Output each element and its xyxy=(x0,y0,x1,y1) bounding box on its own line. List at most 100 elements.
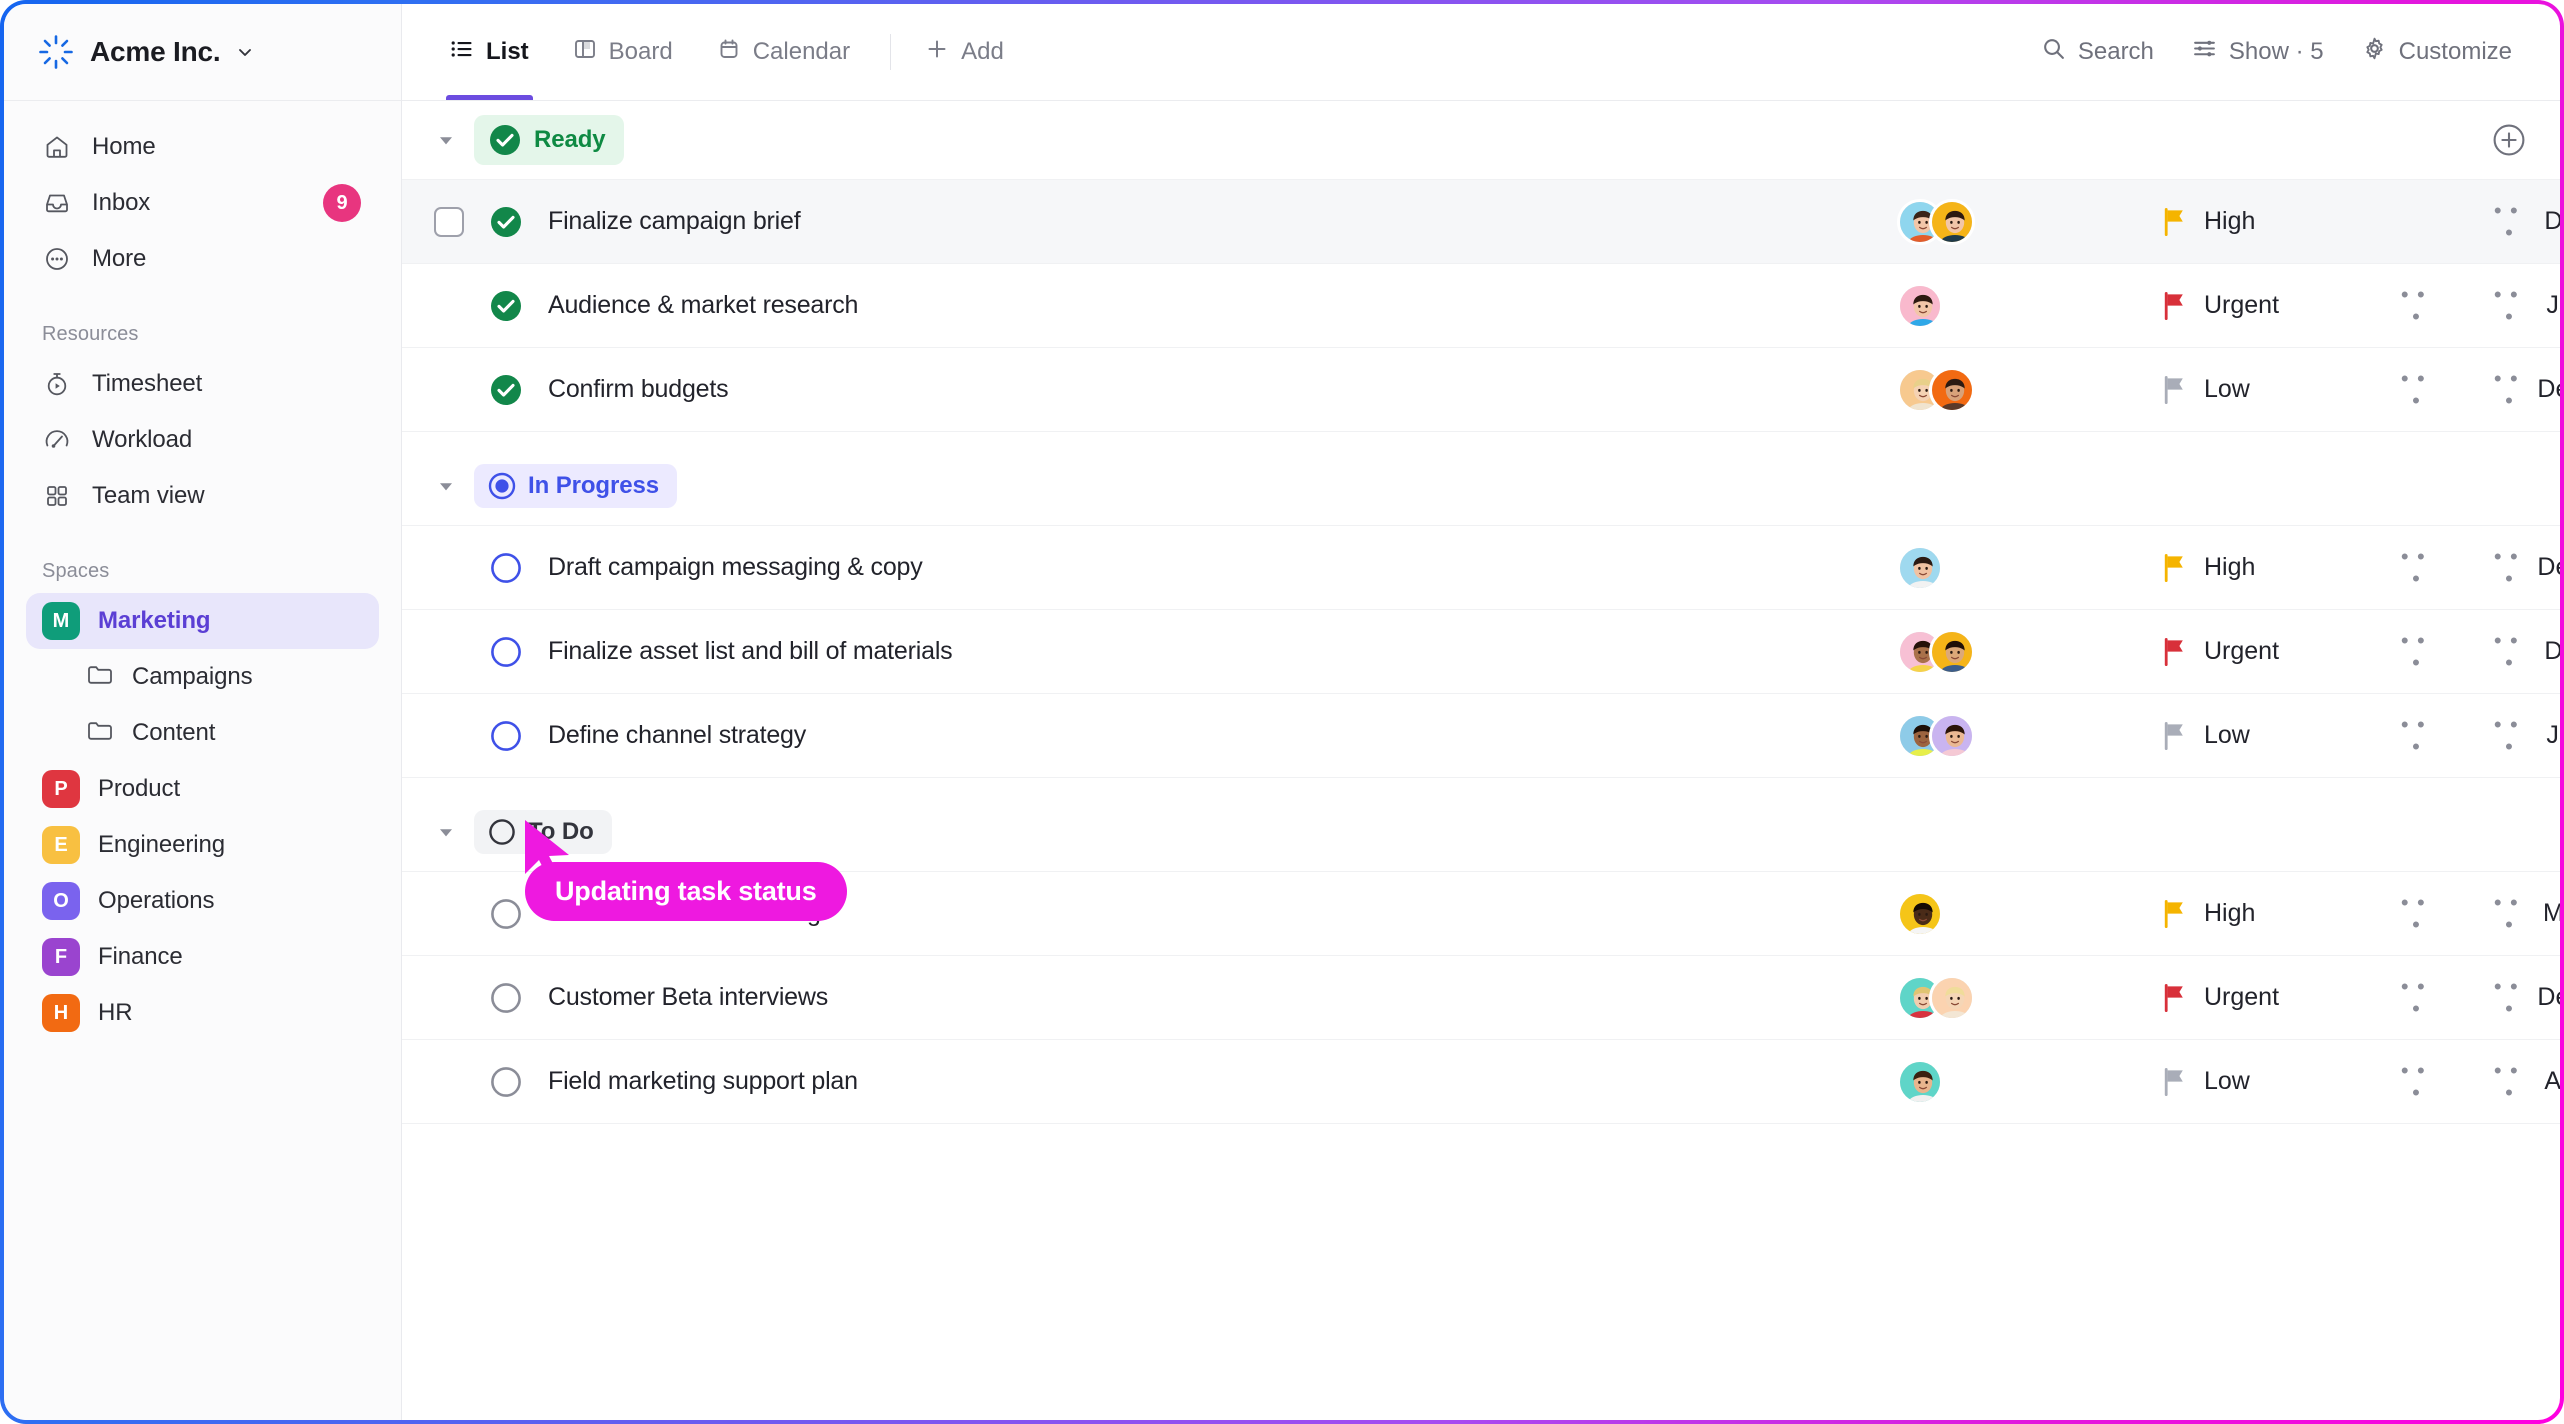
caret-down-icon[interactable] xyxy=(434,474,458,498)
task-row[interactable]: Schedule kickoff meetingHigh• • •May 5• … xyxy=(402,871,2560,955)
circle-gray-icon[interactable] xyxy=(489,981,523,1015)
circle-gray-icon[interactable] xyxy=(489,897,523,931)
row-menu-icon[interactable]: • • • xyxy=(2490,199,2530,244)
tab-label: Calendar xyxy=(752,38,851,65)
flag-icon xyxy=(2162,291,2188,321)
sidebar-item-space-hr[interactable]: H HR xyxy=(26,985,379,1041)
caret-down-icon[interactable] xyxy=(434,128,458,152)
row-menu-icon[interactable]: • • • xyxy=(2490,545,2530,590)
group-status-pill[interactable]: Ready xyxy=(474,115,624,165)
sidebar-item-timesheet[interactable]: Timesheet xyxy=(26,356,379,412)
ellipsis-icon[interactable]: • • • xyxy=(2397,975,2437,1020)
row-menu-icon[interactable]: • • • xyxy=(2490,713,2530,758)
task-row[interactable]: Finalize campaign briefHighDec 6• • • xyxy=(402,179,2560,263)
sidebar-item-space-engineering[interactable]: E Engineering xyxy=(26,817,379,873)
task-row[interactable]: Define channel strategyLow• • •Jan 6• • … xyxy=(402,693,2560,777)
row-menu-icon[interactable]: • • • xyxy=(2490,975,2530,1020)
task-row[interactable]: Customer Beta interviewsUrgent• • •Dec 1… xyxy=(402,955,2560,1039)
task-name: Define channel strategy xyxy=(548,721,807,749)
ellipsis-icon[interactable]: • • • xyxy=(2397,283,2437,328)
task-assignees[interactable] xyxy=(1897,544,2087,591)
space-label: Engineering xyxy=(98,831,225,858)
sidebar-item-more[interactable]: More xyxy=(26,231,379,287)
task-assignees[interactable] xyxy=(1897,282,2087,329)
sidebar-item-space-finance[interactable]: F Finance xyxy=(26,929,379,985)
ellipsis-icon[interactable]: • • • xyxy=(2397,891,2437,936)
sidebar-item-workload[interactable]: Workload xyxy=(26,412,379,468)
space-label: HR xyxy=(98,999,133,1026)
tab-board[interactable]: Board xyxy=(555,4,691,100)
sidebar-item-space-marketing[interactable]: M Marketing xyxy=(26,593,379,649)
add-view-button[interactable]: Add xyxy=(913,37,1016,68)
view-tabs: List Board Calendar Add xyxy=(432,4,1016,100)
tab-calendar[interactable]: Calendar xyxy=(699,4,868,100)
task-priority[interactable]: High xyxy=(2162,553,2255,583)
task-row[interactable]: Finalize asset list and bill of material… xyxy=(402,609,2560,693)
ellipsis-icon[interactable]: • • • xyxy=(2397,367,2437,412)
check-circle-filled-icon[interactable] xyxy=(489,205,523,239)
priority-label: High xyxy=(2204,899,2256,927)
circle-blue-icon[interactable] xyxy=(489,719,523,753)
check-circle-filled-icon[interactable] xyxy=(489,373,523,407)
group-header-todo: To Do xyxy=(402,793,2560,871)
row-menu-icon[interactable]: • • • xyxy=(2490,283,2530,328)
row-menu-icon[interactable]: • • • xyxy=(2490,1059,2530,1104)
task-priority[interactable]: Urgent xyxy=(2162,637,2279,667)
task-priority[interactable]: High xyxy=(2162,899,2255,929)
ellipsis-icon[interactable]: • • • xyxy=(2397,629,2437,674)
ellipsis-icon[interactable]: • • • xyxy=(2397,1059,2437,1104)
inbox-icon xyxy=(42,188,72,218)
space-label: Product xyxy=(98,775,181,802)
sidebar-item-inbox[interactable]: Inbox 9 xyxy=(26,175,379,231)
task-priority[interactable]: Urgent xyxy=(2162,291,2279,321)
workspace-switcher[interactable]: Acme Inc. xyxy=(4,4,401,101)
circle-gray-icon[interactable] xyxy=(489,1065,523,1099)
circle-blue-icon[interactable] xyxy=(489,551,523,585)
task-row[interactable]: Confirm budgetsLow• • •Dec 25• • • xyxy=(402,347,2560,431)
sidebar-item-space-product[interactable]: P Product xyxy=(26,761,379,817)
check-circle-filled-icon[interactable] xyxy=(489,289,523,323)
task-priority[interactable]: Low xyxy=(2162,375,2250,405)
task-assignees[interactable] xyxy=(1897,712,2087,759)
chevron-down-icon[interactable] xyxy=(236,43,254,61)
row-menu-icon[interactable]: • • • xyxy=(2490,367,2530,412)
search-button[interactable]: Search xyxy=(2027,26,2168,78)
task-assignees[interactable] xyxy=(1897,1058,2087,1105)
sidebar-folder-campaigns[interactable]: Campaigns xyxy=(26,649,379,705)
circle-blue-icon[interactable] xyxy=(489,635,523,669)
task-assignees[interactable] xyxy=(1897,974,2087,1021)
task-priority[interactable]: Low xyxy=(2162,1067,2250,1097)
sidebar-item-home[interactable]: Home xyxy=(26,119,379,175)
plus-circle-icon[interactable] xyxy=(2492,123,2526,157)
flag-icon xyxy=(2162,1067,2188,1097)
task-row[interactable]: Field marketing support planLow• • •Aug … xyxy=(402,1039,2560,1123)
show-button[interactable]: Show · 5 xyxy=(2178,26,2338,78)
task-row[interactable]: Audience & market researchUrgent• • •Jan… xyxy=(402,263,2560,347)
row-menu-icon[interactable]: • • • xyxy=(2490,629,2530,674)
task-assignees[interactable] xyxy=(1897,198,2087,245)
sidebar-item-label: Home xyxy=(92,133,156,160)
caret-down-icon[interactable] xyxy=(434,820,458,844)
task-priority[interactable]: Urgent xyxy=(2162,983,2279,1013)
tab-list[interactable]: List xyxy=(432,4,547,100)
task-assignees[interactable] xyxy=(1897,890,2087,937)
folder-label: Campaigns xyxy=(132,663,253,690)
priority-label: High xyxy=(2204,207,2256,235)
row-menu-icon[interactable]: • • • xyxy=(2490,891,2530,936)
group-status-pill[interactable]: In Progress xyxy=(474,464,677,508)
ellipsis-icon[interactable]: • • • xyxy=(2397,545,2437,590)
flag-icon xyxy=(2162,207,2188,237)
task-select-checkbox[interactable] xyxy=(434,206,464,237)
task-assignees[interactable] xyxy=(1897,628,2087,675)
task-select-checkbox-placeholder xyxy=(434,721,464,751)
task-assignees[interactable] xyxy=(1897,366,2087,413)
sidebar-item-team-view[interactable]: Team view xyxy=(26,468,379,524)
customize-button[interactable]: Customize xyxy=(2348,26,2526,78)
task-priority[interactable]: High xyxy=(2162,207,2255,237)
sidebar-item-space-operations[interactable]: O Operations xyxy=(26,873,379,929)
task-row[interactable]: Draft campaign messaging & copy High • • •… xyxy=(402,525,2560,609)
sidebar-folder-content[interactable]: Content xyxy=(26,705,379,761)
ellipsis-icon[interactable]: • • • xyxy=(2397,713,2437,758)
task-priority[interactable]: Low xyxy=(2162,721,2250,751)
group-status-pill[interactable]: To Do xyxy=(474,810,612,854)
